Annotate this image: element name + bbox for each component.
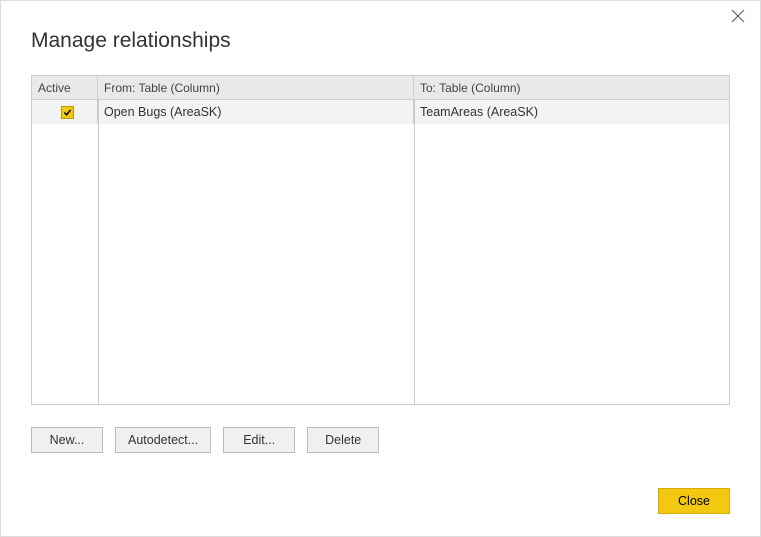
- checkbox-icon[interactable]: [61, 106, 74, 119]
- action-buttons: New... Autodetect... Edit... Delete: [31, 427, 730, 453]
- cell-from: Open Bugs (AreaSK): [98, 100, 414, 124]
- column-header-active[interactable]: Active: [32, 76, 98, 99]
- table-row[interactable]: Open Bugs (AreaSK) TeamAreas (AreaSK): [32, 100, 729, 124]
- column-header-from[interactable]: From: Table (Column): [98, 76, 414, 99]
- table-header: Active From: Table (Column) To: Table (C…: [32, 76, 729, 100]
- new-button[interactable]: New...: [31, 427, 103, 453]
- autodetect-button[interactable]: Autodetect...: [115, 427, 211, 453]
- manage-relationships-dialog: Manage relationships Active From: Table …: [0, 0, 761, 537]
- dialog-footer: Close: [658, 488, 730, 514]
- delete-button[interactable]: Delete: [307, 427, 379, 453]
- dialog-title: Manage relationships: [31, 29, 760, 53]
- close-button[interactable]: Close: [658, 488, 730, 514]
- column-header-to[interactable]: To: Table (Column): [414, 76, 729, 99]
- relationships-table: Active From: Table (Column) To: Table (C…: [31, 75, 730, 405]
- cell-to: TeamAreas (AreaSK): [414, 100, 729, 124]
- close-icon[interactable]: [728, 9, 748, 29]
- edit-button[interactable]: Edit...: [223, 427, 295, 453]
- cell-active[interactable]: [32, 100, 98, 124]
- table-body: Open Bugs (AreaSK) TeamAreas (AreaSK): [32, 100, 729, 404]
